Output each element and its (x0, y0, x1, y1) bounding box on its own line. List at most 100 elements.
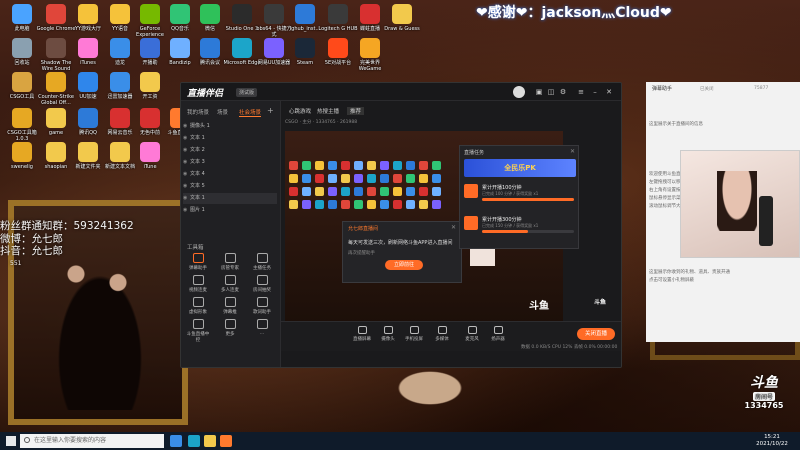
preview-icon (341, 187, 350, 196)
close-icon[interactable]: ✕ (605, 88, 613, 96)
source-label: 手机投屏 (405, 337, 423, 342)
eye-icon[interactable]: ◉ (183, 121, 190, 132)
source-button[interactable]: 扬声器 (487, 326, 509, 342)
live-toggle-button[interactable]: 关闭直播 (577, 328, 615, 340)
tool-button[interactable]: 斗鱼直播中控 (185, 319, 211, 343)
desktop-icon-label: CSGO工具箱 1.0.3 (7, 130, 37, 142)
tool-button[interactable]: 弹幕推 (217, 297, 243, 315)
desktop-icon[interactable]: Draw & Guess (382, 4, 422, 32)
scene-name: 文本 1 (190, 195, 205, 201)
tool-button[interactable]: 歌词助手 (249, 297, 275, 315)
scene-item[interactable]: ◉ 文本 5 (183, 181, 277, 192)
tool-button[interactable]: ... (249, 319, 275, 336)
tab-hot-streamers[interactable]: 热搜主播 (317, 107, 339, 115)
minimize-icon[interactable]: – (591, 88, 599, 96)
preview-icon (419, 174, 428, 183)
eye-icon[interactable]: ◉ (183, 157, 190, 168)
scene-name: 摄像头 1 (190, 123, 210, 129)
tab-my-scenes[interactable]: 我的场景 (187, 108, 209, 116)
eye-icon[interactable]: ◉ (183, 145, 190, 156)
app-icon (140, 38, 160, 58)
eye-icon[interactable]: ◉ (183, 169, 190, 180)
app-icon (170, 38, 190, 58)
scene-name: 文本 1 (190, 135, 205, 141)
scene-item[interactable]: ◉ 文本 1 (183, 133, 277, 144)
preview-icon (367, 174, 376, 183)
tool-label: ... (259, 331, 265, 336)
task-item[interactable]: 累计开播300分钟 已完成 150 分钟 / 获得奖励 x1 (464, 214, 576, 238)
source-button[interactable]: 多媒体 (431, 326, 453, 342)
explorer-icon[interactable] (204, 435, 216, 447)
task-progress (482, 198, 574, 201)
tool-button[interactable]: 弹幕助手 (185, 253, 211, 271)
source-button[interactable]: 手机投屏 (403, 326, 425, 342)
gift-icon[interactable]: ◫ (547, 88, 555, 96)
scene-item[interactable]: ◉ 图片 1 (183, 205, 277, 216)
desktop-icon-label: YY游戏大厅 (74, 26, 102, 32)
scene-item[interactable]: ◉ 文本 3 (183, 157, 277, 168)
dialog-close-icon[interactable]: ✕ (451, 224, 456, 231)
pk-banner[interactable]: 全民乐PK (464, 159, 576, 177)
tab-recommend[interactable]: 推荐 (347, 107, 365, 115)
dialog-body: 每天可发送三次，刷新网络斗鱼APP进入直播间 (348, 240, 453, 246)
tool-button[interactable]: 更多 (217, 319, 243, 337)
task-close-icon[interactable]: ✕ (570, 148, 575, 155)
menu-icon[interactable]: ≡ (577, 88, 585, 96)
app-icon (46, 72, 66, 92)
tab-heartbeat-game[interactable]: 心跳游戏 (289, 107, 311, 115)
eye-icon[interactable]: ◉ (183, 193, 190, 204)
chat-message: 这里展示你收到的礼物、道具、贵族开通 (649, 270, 730, 275)
add-scene-icon[interactable]: + (267, 106, 274, 115)
scene-panel: 我的场景 场景 社会场景 + ◉ 摄像头 1 ◉ 文本 1 ◉ 文本 2 ◉ 文本 3 ◉ 文本 … (181, 101, 281, 367)
preview-icon (341, 174, 350, 183)
scene-item[interactable]: ◉ 文本 2 (183, 145, 277, 156)
settings-icon[interactable]: ⚙ (559, 88, 567, 96)
task-item[interactable]: 累计开播100分钟 已完成 100 分钟 / 获得奖励 x1 (464, 182, 576, 206)
source-button[interactable]: 直播屏幕 (351, 326, 373, 342)
eye-icon[interactable]: ◉ (183, 205, 190, 216)
preview-icon (328, 161, 337, 170)
source-icon (437, 326, 447, 334)
preview-icon (406, 187, 415, 196)
tool-button[interactable]: 房间抽奖 (249, 275, 275, 293)
source-button[interactable]: 摄像头 (377, 326, 399, 342)
tool-button[interactable]: 主播任务 (249, 253, 275, 271)
desktop-icon[interactable]: 完美世界 WeGame (350, 38, 390, 72)
taskview-icon[interactable] (170, 435, 182, 447)
tool-icon (224, 275, 236, 285)
app-icon (295, 38, 315, 58)
scene-item[interactable]: ◉ 文本 4 (183, 169, 277, 180)
avatar[interactable] (513, 86, 525, 98)
desktop-icon[interactable]: iTune (130, 142, 170, 170)
eye-icon[interactable]: ◉ (183, 181, 190, 192)
desktop-icon[interactable]: 开工资 (130, 72, 170, 100)
tool-button[interactable]: 多人连麦 (217, 275, 243, 293)
tool-button[interactable]: 视频连麦 (185, 275, 211, 293)
app-icon (264, 38, 284, 58)
scene-name: 图片 1 (190, 207, 205, 213)
eye-icon[interactable]: ◉ (183, 133, 190, 144)
scene-item[interactable]: ◉ 文本 1 (183, 193, 277, 204)
tool-label: 视频连麦 (189, 288, 207, 293)
app-icon (200, 38, 220, 58)
windows-start-icon[interactable] (6, 436, 16, 446)
desktop-icon-label: 迪龙 (114, 60, 125, 66)
preview-icon (432, 174, 441, 183)
edge-icon[interactable] (188, 435, 200, 447)
app-icon (46, 108, 66, 128)
source-button[interactable]: 麦克风 (461, 326, 483, 342)
tool-button[interactable]: 虚拟形象 (185, 297, 211, 315)
tool-icon (192, 297, 204, 307)
douyu-companion-icon[interactable] (220, 435, 232, 447)
taskbar-search[interactable]: 在这里输入你要搜索的内容 (20, 434, 164, 448)
dialog-go-button[interactable]: 立即前往 (385, 260, 423, 270)
preview-icon (406, 200, 415, 209)
preview-icon (406, 161, 415, 170)
tab-scenes[interactable]: 场景 (217, 108, 228, 116)
preview-icon (393, 161, 402, 170)
scene-item[interactable]: ◉ 摄像头 1 (183, 121, 277, 132)
tool-button[interactable]: 房管专家 (217, 253, 243, 271)
tab-social-scenes[interactable]: 社会场景 (239, 108, 262, 117)
message-icon[interactable]: ▣ (535, 88, 543, 96)
app-icon (170, 4, 190, 24)
